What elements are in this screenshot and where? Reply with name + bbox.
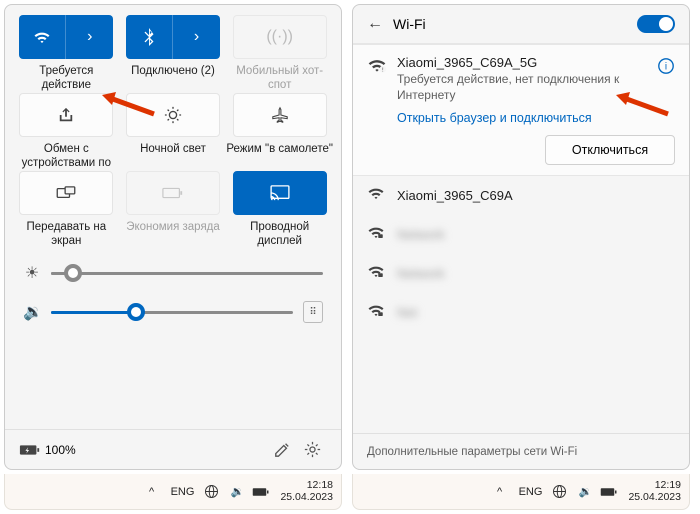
svg-text:i: i	[665, 62, 667, 73]
battery-saver-tile[interactable]	[126, 171, 220, 215]
tray-chevron-icon[interactable]: ^	[491, 486, 509, 498]
bluetooth-tile[interactable]: ›	[126, 15, 220, 59]
battery-icon	[19, 444, 41, 456]
quick-settings-footer: 100%	[5, 429, 341, 469]
battery-percent: 100%	[45, 443, 76, 457]
settings-button[interactable]	[297, 435, 327, 465]
hotspot-tile-label: Мобильный хот-спот	[226, 65, 333, 93]
annotation-arrow	[100, 92, 156, 118]
wifi-icon	[367, 186, 385, 200]
info-icon[interactable]: i	[657, 57, 675, 75]
wifi-network-item[interactable]: Net	[353, 293, 689, 332]
bluetooth-tile-label: Подключено (2)	[131, 65, 215, 93]
wifi-tile[interactable]: ›	[19, 15, 113, 59]
battery-saver-label: Экономия заряда	[126, 221, 220, 249]
taskbar-clock[interactable]: 12:1925.04.2023	[628, 480, 681, 503]
language-indicator[interactable]: ENG	[519, 486, 543, 498]
chevron-right-icon: ›	[87, 28, 92, 46]
wifi-network-name: Network	[397, 266, 675, 281]
taskbar: ^ ENG 🔉 12:1825.04.2023	[4, 474, 342, 510]
cast-icon	[270, 185, 290, 201]
project-label: Передавать на экран	[13, 221, 120, 249]
wifi-network-item[interactable]: Network	[353, 254, 689, 293]
language-indicator[interactable]: ENG	[171, 486, 195, 498]
wifi-disconnect-button[interactable]: Отключиться	[545, 135, 675, 165]
taskbar: ^ ENG 🔉 12:1925.04.2023	[352, 474, 690, 510]
battery-leaf-icon	[162, 187, 184, 199]
wifi-more-settings[interactable]: Дополнительные параметры сети Wi-Fi	[353, 433, 689, 469]
network-tray-icon[interactable]	[552, 484, 570, 499]
wifi-network-item[interactable]: Network	[353, 215, 689, 254]
audio-output-icon[interactable]: ⠿	[303, 301, 323, 323]
taskbar-clock[interactable]: 12:1825.04.2023	[280, 480, 333, 503]
share-icon	[57, 107, 75, 123]
wifi-toggle[interactable]	[637, 15, 675, 33]
volume-tray-icon[interactable]: 🔉	[576, 485, 594, 498]
volume-icon: 🔉	[23, 302, 41, 322]
nearby-share-label: Обмен с устройствами по	[13, 143, 120, 171]
project-icon	[56, 186, 76, 200]
wifi-panel: ← Wi-Fi ! i Xiaomi_3965_C69A_5G Требуетс…	[352, 4, 690, 470]
cast-tile[interactable]	[233, 171, 327, 215]
wifi-warning-icon: !	[367, 57, 387, 73]
wifi-network-item[interactable]: Xiaomi_3965_C69A	[353, 176, 689, 215]
wifi-network-name: Net	[397, 305, 675, 320]
airplane-icon	[271, 106, 289, 124]
hotspot-icon: ((·))	[266, 28, 293, 46]
annotation-arrow	[614, 92, 670, 118]
back-button[interactable]: ←	[367, 15, 383, 33]
cast-label: Проводной дисплей	[226, 221, 333, 249]
battery-tray-icon[interactable]	[600, 487, 618, 497]
wifi-tile-label: Требуется действие	[13, 65, 120, 93]
wifi-icon	[33, 30, 51, 44]
airplane-label: Режим "в самолете"	[226, 143, 333, 171]
volume-slider[interactable]: 🔉 ⠿	[5, 297, 341, 327]
tray-chevron-icon[interactable]: ^	[143, 486, 161, 498]
brightness-slider[interactable]: ☀	[5, 259, 341, 287]
sun-icon	[164, 106, 182, 124]
wifi-network-name: Network	[397, 227, 675, 242]
brightness-icon: ☀	[23, 263, 41, 283]
battery-tray-icon[interactable]	[252, 487, 270, 497]
network-tray-icon[interactable]	[204, 484, 222, 499]
wifi-panel-title: Wi-Fi	[393, 16, 627, 32]
wifi-lock-icon	[367, 264, 385, 278]
quick-settings-panel: › Требуется действие › Подключено (2) ((…	[4, 4, 342, 470]
edit-button[interactable]	[267, 435, 297, 465]
volume-tray-icon[interactable]: 🔉	[228, 485, 246, 498]
wifi-network-name: Xiaomi_3965_C69A	[397, 188, 675, 203]
wifi-lock-icon	[367, 303, 385, 317]
wifi-network-name: Xiaomi_3965_C69A_5G	[397, 55, 675, 70]
bluetooth-icon	[143, 28, 155, 46]
airplane-tile[interactable]	[233, 93, 327, 137]
wifi-lock-icon	[367, 225, 385, 239]
night-light-label: Ночной свет	[140, 143, 206, 171]
chevron-right-icon: ›	[194, 28, 199, 46]
project-tile[interactable]	[19, 171, 113, 215]
hotspot-tile[interactable]: ((·))	[233, 15, 327, 59]
